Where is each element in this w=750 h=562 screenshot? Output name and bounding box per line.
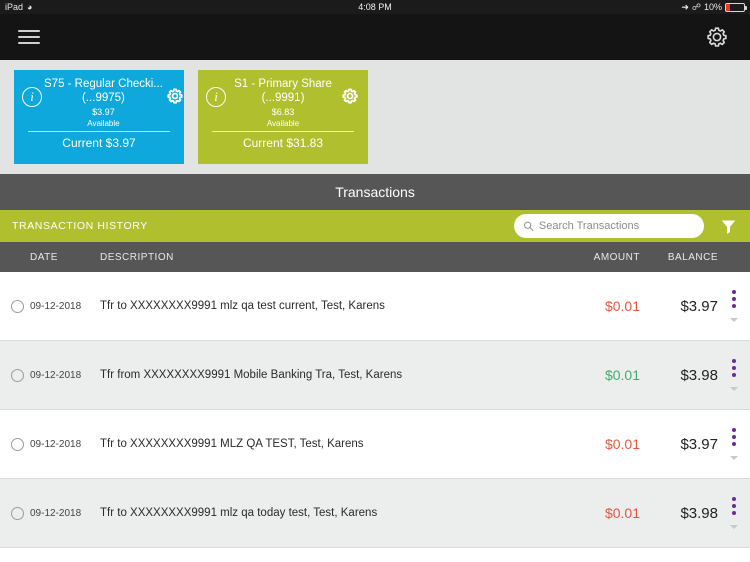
transaction-description: Tfr to XXXXXXXX9991 mlz qa test current,… bbox=[100, 300, 385, 312]
search-input[interactable] bbox=[538, 220, 695, 232]
overflow-menu-icon[interactable] bbox=[732, 359, 736, 377]
transaction-history-label: TRANSACTION HISTORY bbox=[12, 220, 148, 232]
account-available-amount: $3.97 bbox=[92, 107, 115, 117]
chevron-down-icon[interactable] bbox=[730, 456, 738, 460]
info-circle-icon[interactable]: i bbox=[22, 87, 42, 107]
battery-icon bbox=[725, 2, 747, 12]
transaction-amount: $0.01 bbox=[604, 505, 640, 521]
row-select-cell[interactable] bbox=[0, 506, 30, 520]
gear-icon bbox=[342, 88, 358, 104]
date-column-header: DATE bbox=[30, 251, 58, 263]
account-card-summary: S75 - Regular Checki... (...9975) $3.97 … bbox=[42, 77, 165, 129]
row-actions[interactable] bbox=[718, 359, 750, 391]
chevron-down-icon[interactable] bbox=[730, 525, 738, 529]
hamburger-menu-icon[interactable] bbox=[18, 26, 40, 48]
location-arrow-icon: ➜ bbox=[681, 1, 689, 12]
search-transactions-box[interactable] bbox=[514, 214, 704, 238]
description-column-header: DESCRIPTION bbox=[100, 251, 174, 263]
chevron-down-icon[interactable] bbox=[730, 387, 738, 391]
status-bar: iPad ◕ 4:08 PM ➜ ☍ 10% bbox=[0, 0, 750, 14]
row-select-cell[interactable] bbox=[0, 437, 30, 451]
account-title: S1 - Primary Share bbox=[234, 78, 332, 90]
transaction-description: Tfr from XXXXXXXX9991 Mobile Banking Tra… bbox=[100, 369, 403, 381]
transactions-table-header: DATE DESCRIPTION AMOUNT BALANCE bbox=[0, 242, 750, 272]
account-available-amount: $6.83 bbox=[271, 107, 295, 117]
table-row[interactable]: 09-12-2018 Tfr to XXXXXXXX9991 MLZ QA TE… bbox=[0, 410, 750, 479]
balance-column-header: BALANCE bbox=[667, 251, 718, 263]
top-nav-bar bbox=[0, 14, 750, 60]
account-card-summary: S1 - Primary Share (...9991) $6.83 Avail… bbox=[226, 77, 340, 129]
transaction-amount: $0.01 bbox=[604, 298, 640, 314]
battery-percent-label: 10% bbox=[703, 2, 722, 12]
account-card-top: i S1 - Primary Share (...9991) $6.83 Ava… bbox=[206, 77, 360, 129]
select-circle-icon[interactable] bbox=[11, 437, 24, 451]
transaction-description: Tfr to XXXXXXXX9991 MLZ QA TEST, Test, K… bbox=[100, 438, 364, 450]
overflow-menu-icon[interactable] bbox=[732, 290, 736, 308]
overflow-menu-icon[interactable] bbox=[732, 428, 736, 446]
table-row[interactable]: 09-12-2018 Tfr to XXXXXXXX9991 mlz qa te… bbox=[0, 272, 750, 341]
search-controls bbox=[514, 214, 738, 238]
transaction-balance: $3.98 bbox=[680, 366, 718, 384]
device-label: iPad bbox=[5, 2, 24, 12]
filter-button[interactable] bbox=[718, 216, 738, 236]
transaction-balance: $3.97 bbox=[680, 435, 718, 453]
select-circle-icon[interactable] bbox=[11, 506, 24, 520]
account-current-balance: Current $31.83 bbox=[242, 136, 324, 150]
row-actions[interactable] bbox=[718, 290, 750, 322]
transaction-balance: $3.98 bbox=[680, 504, 718, 522]
transaction-date: 09-12-2018 bbox=[30, 507, 82, 519]
row-select-cell[interactable] bbox=[0, 368, 30, 382]
app-root: iPad ◕ 4:08 PM ➜ ☍ 10% i S75 - Regular C… bbox=[0, 0, 750, 562]
transaction-description: Tfr to XXXXXXXX9991 mlz qa today test, T… bbox=[100, 507, 378, 519]
select-circle-icon[interactable] bbox=[11, 299, 24, 313]
account-card-share[interactable]: i S1 - Primary Share (...9991) $6.83 Ava… bbox=[198, 70, 368, 164]
gear-icon bbox=[707, 27, 727, 47]
row-actions[interactable] bbox=[718, 497, 750, 529]
account-settings-button[interactable] bbox=[340, 87, 360, 105]
transaction-date: 09-12-2018 bbox=[30, 369, 82, 381]
account-available-label: Available bbox=[266, 119, 300, 128]
transaction-amount: $0.01 bbox=[604, 436, 640, 452]
filter-funnel-icon bbox=[721, 220, 735, 234]
transaction-balance: $3.97 bbox=[680, 297, 718, 315]
status-bar-left: iPad ◕ bbox=[5, 2, 32, 12]
transaction-amount: $0.01 bbox=[604, 367, 640, 383]
select-circle-icon[interactable] bbox=[11, 368, 24, 382]
account-settings-button[interactable] bbox=[165, 87, 185, 105]
page-title: Transactions bbox=[0, 174, 750, 210]
account-card-checking[interactable]: i S75 - Regular Checki... (...9975) $3.9… bbox=[14, 70, 184, 164]
wifi-icon: ◕ bbox=[27, 1, 33, 12]
transaction-date: 09-12-2018 bbox=[30, 300, 82, 312]
row-select-cell[interactable] bbox=[0, 299, 30, 313]
info-circle-icon[interactable]: i bbox=[206, 87, 226, 107]
transaction-history-bar: TRANSACTION HISTORY bbox=[0, 210, 750, 242]
transaction-date: 09-12-2018 bbox=[30, 438, 82, 450]
account-current-balance: Current $3.97 bbox=[62, 136, 136, 150]
search-icon bbox=[524, 221, 534, 231]
chevron-down-icon[interactable] bbox=[730, 318, 738, 322]
account-number: (...9991) bbox=[261, 92, 305, 104]
gear-icon bbox=[167, 88, 183, 104]
account-number: (...9975) bbox=[82, 92, 125, 104]
amount-column-header: AMOUNT bbox=[593, 251, 640, 263]
table-row[interactable]: 09-12-2018 Tfr to XXXXXXXX9991 mlz qa to… bbox=[0, 479, 750, 548]
row-actions[interactable] bbox=[718, 428, 750, 460]
settings-gear-button[interactable] bbox=[702, 22, 732, 52]
bluetooth-icon: ☍ bbox=[691, 1, 701, 12]
status-bar-right: ➜ ☍ 10% bbox=[681, 1, 747, 13]
status-bar-time: 4:08 PM bbox=[358, 2, 392, 12]
table-row[interactable]: 09-12-2018 Tfr from XXXXXXXX9991 Mobile … bbox=[0, 341, 750, 410]
accounts-strip: i S75 - Regular Checki... (...9975) $3.9… bbox=[0, 60, 750, 174]
account-available-label: Available bbox=[87, 119, 120, 128]
overflow-menu-icon[interactable] bbox=[732, 497, 736, 515]
account-card-top: i S75 - Regular Checki... (...9975) $3.9… bbox=[22, 77, 183, 129]
account-title: S75 - Regular Checki... bbox=[44, 78, 163, 90]
